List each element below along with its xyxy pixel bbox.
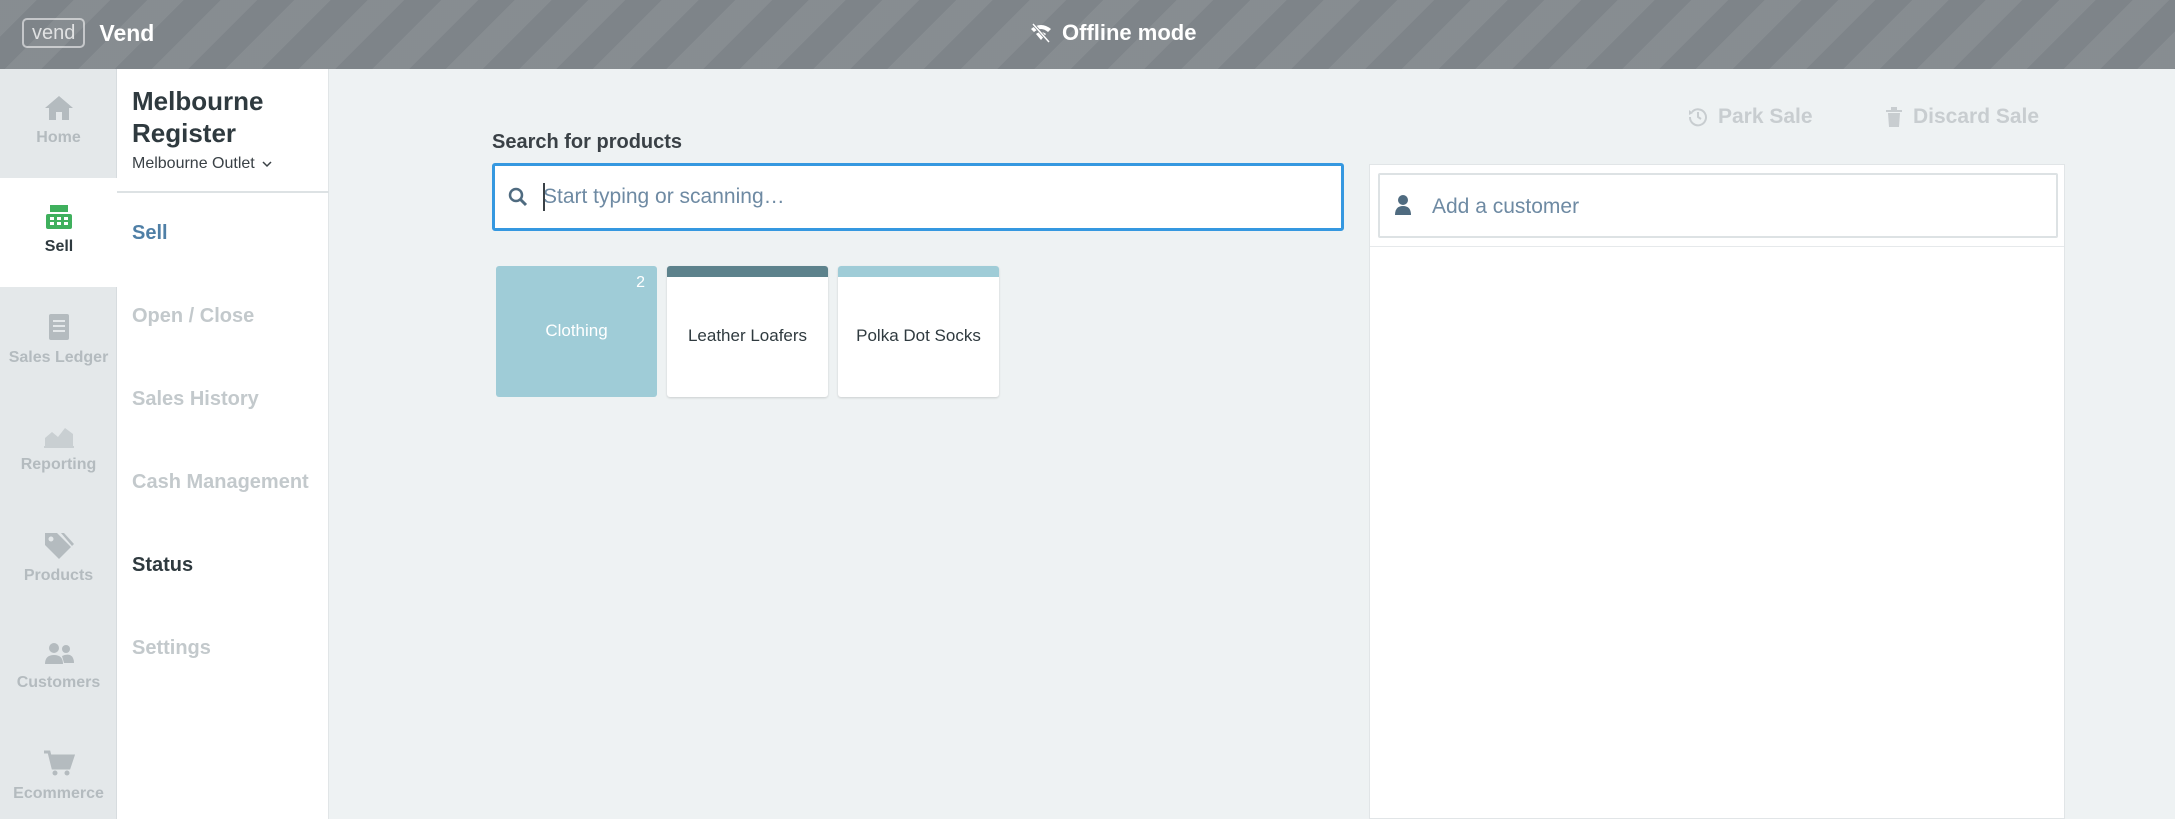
nav-label: Home [36,129,81,146]
offline-indicator: Offline mode [1030,20,1196,46]
search-label: Search for products [492,131,683,153]
app-name: Vend [99,19,155,46]
history-icon [1688,108,1707,127]
nav-ecommerce[interactable]: Ecommerce [0,723,117,819]
nav-label: Ecommerce [13,785,104,802]
add-customer-label: Add a customer [1432,195,1580,218]
tags-icon [44,533,74,559]
nav-label: Customers [16,674,101,691]
nav-reporting[interactable]: Reporting [0,396,117,505]
nav-sell[interactable]: Sell [0,178,118,287]
main-nav-rail: Home Sell Sales Ledger Reporting Product… [0,69,118,819]
subnav-open-close[interactable]: Open / Close [132,305,254,328]
quick-key-polka-dot-socks[interactable]: Polka Dot Socks [838,266,999,397]
divider [117,191,329,193]
quick-key-leather-loafers[interactable]: Leather Loafers [667,266,828,397]
chevron-down-icon [262,161,272,168]
subnav-sales-history[interactable]: Sales History [132,388,259,411]
tile-label: Leather Loafers [687,326,808,345]
outlet-label: Melbourne Outlet [132,155,255,172]
ledger-icon [48,314,69,340]
offline-label: Offline mode [1062,20,1197,45]
subnav-cash-management[interactable]: Cash Management [132,471,309,494]
tile-color-bar [667,266,828,277]
quick-key-folder-clothing[interactable]: 2 Clothing [496,266,657,397]
search-icon [508,187,528,207]
sale-panel: Add a customer [1369,164,2065,819]
folder-count: 2 [636,274,645,291]
tile-label: Clothing [545,321,608,340]
park-sale-button[interactable]: Park Sale [1688,105,1813,129]
divider [1370,246,2064,247]
add-customer-field[interactable]: Add a customer [1378,173,2058,238]
trash-icon [1886,107,1902,127]
home-icon [44,96,73,120]
vend-logo: vend [22,18,86,48]
top-bar: vend Vend Offline mode [0,0,2175,69]
register-icon [46,205,72,229]
tile-color-bar [838,266,999,277]
sell-screen: Search for products 2 Clothing Leather L… [329,69,2175,819]
nav-customers[interactable]: Customers [0,614,117,723]
subnav-settings[interactable]: Settings [132,637,211,660]
users-icon [44,643,74,664]
tile-label: Polka Dot Socks [856,326,981,345]
text-cursor [543,183,545,211]
subnav-sell[interactable]: Sell [132,222,168,245]
chart-icon [43,428,74,448]
nav-home[interactable]: Home [0,69,117,178]
nav-label: Reporting [20,456,97,473]
subnav-status[interactable]: Status [132,554,193,577]
nav-sales-ledger[interactable]: Sales Ledger [0,287,117,396]
discard-sale-button[interactable]: Discard Sale [1885,105,2039,129]
wifi-off-icon [1031,23,1051,43]
product-search[interactable] [492,163,1344,231]
brand: vend Vend [22,18,154,48]
nav-label: Sell [44,238,74,255]
discard-sale-label: Discard Sale [1913,105,2040,128]
outlet-selector[interactable]: Melbourne Outlet [132,155,272,173]
park-sale-label: Park Sale [1718,105,1813,128]
nav-label: Products [23,567,94,584]
nav-products[interactable]: Products [0,505,117,614]
register-subnav: Melbourne Register Melbourne Outlet Sell… [117,69,329,819]
register-title: Melbourne Register [132,86,264,148]
nav-label: Sales Ledger [8,349,109,366]
search-input[interactable] [543,178,1323,216]
cart-icon [43,750,75,776]
user-icon [1395,195,1411,215]
